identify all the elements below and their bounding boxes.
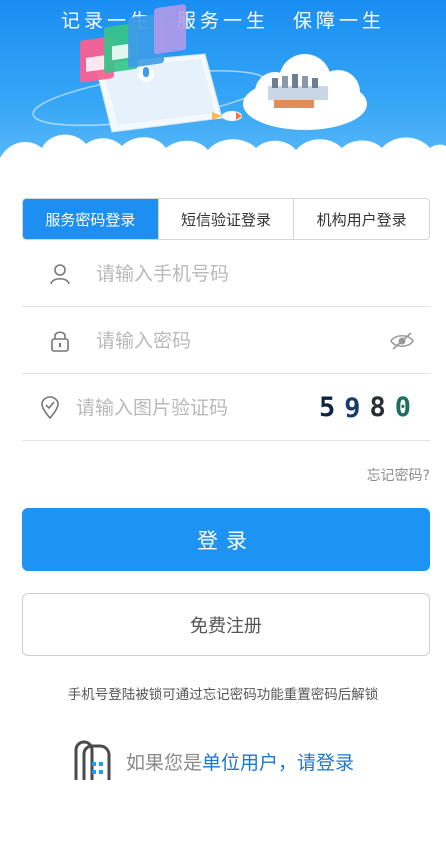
location-pin-icon xyxy=(40,388,60,428)
captcha-image[interactable]: 5 9 8 0 xyxy=(319,388,420,428)
banner-clouds xyxy=(0,134,446,178)
captcha-input[interactable] xyxy=(60,387,319,428)
phone-input[interactable] xyxy=(80,253,430,294)
header-banner: 记录一生 服务一生 保障一生 xyxy=(0,0,446,178)
tab-organization-login[interactable]: 机构用户登录 xyxy=(293,199,429,239)
unit-login-row: 如果您是 单位用户，请登录 xyxy=(72,740,354,782)
unit-login-link[interactable]: 单位用户，请登录 xyxy=(202,748,354,775)
login-page: 记录一生 服务一生 保障一生 服务密码登录 短信验证登录 机构用户登录 请输入手… xyxy=(0,0,446,866)
password-input[interactable] xyxy=(80,320,382,361)
captcha-digit: 0 xyxy=(394,392,421,423)
building-icon xyxy=(74,740,111,780)
captcha-row: 5 9 8 0 xyxy=(22,375,430,441)
captcha-digit: 5 xyxy=(319,392,345,423)
eye-slash-icon[interactable] xyxy=(382,321,422,361)
phone-row xyxy=(22,241,430,307)
captcha-digit: 8 xyxy=(369,392,395,423)
password-row xyxy=(22,308,430,374)
login-method-tabs: 服务密码登录 短信验证登录 机构用户登录 xyxy=(22,198,430,240)
unlock-hint-text: 手机号登陆被锁可通过忘记密码功能重置密码后解锁 xyxy=(67,687,379,703)
tab-sms-login[interactable]: 短信验证登录 xyxy=(157,199,294,239)
forgot-password-link[interactable]: 忘记密码? xyxy=(367,465,430,485)
captcha-digit: 9 xyxy=(344,393,370,424)
login-button[interactable]: 登录 xyxy=(22,508,430,571)
register-button[interactable]: 免费注册 xyxy=(22,593,430,656)
lock-icon xyxy=(40,321,80,361)
tab-password-login[interactable]: 服务密码登录 xyxy=(23,199,158,239)
unit-login-prefix: 如果您是 xyxy=(126,751,203,774)
user-icon xyxy=(40,254,80,294)
